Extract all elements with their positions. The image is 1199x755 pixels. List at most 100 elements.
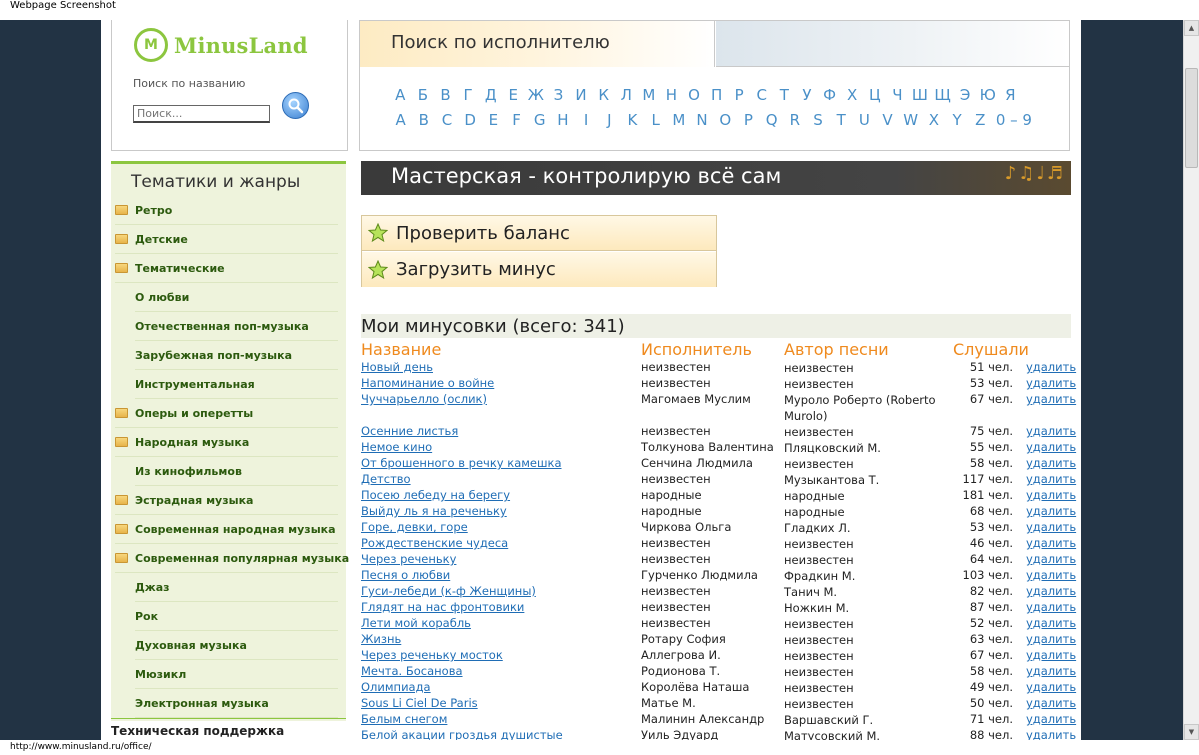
delete-link[interactable]: удалить [1026, 488, 1076, 502]
sidebar-item-label[interactable]: Рок [135, 610, 158, 623]
letter-link[interactable]: H [551, 111, 574, 129]
sidebar-item[interactable]: Из кинофильмов [135, 457, 338, 486]
track-name-link[interactable]: Выйду ль я на реченьку [361, 504, 631, 518]
sidebar-item[interactable]: Мюзикл [135, 660, 338, 689]
letter-link[interactable]: Q [760, 111, 783, 129]
track-name-link[interactable]: Белым снегом [361, 712, 631, 726]
sidebar-item[interactable]: Тематические [115, 254, 338, 283]
letter-link[interactable]: P [737, 111, 760, 129]
letter-link[interactable]: Ш [909, 86, 932, 104]
delete-link[interactable]: удалить [1026, 424, 1076, 438]
letter-link[interactable]: Б [412, 86, 435, 104]
letter-link[interactable]: J [598, 111, 621, 129]
letter-link[interactable]: Г [457, 86, 480, 104]
sidebar-item-label[interactable]: Электронная музыка [135, 697, 269, 710]
letter-link[interactable]: N [690, 111, 713, 129]
letter-link[interactable]: T [830, 111, 853, 129]
delete-link[interactable]: удалить [1026, 440, 1076, 454]
sidebar-item-label[interactable]: Духовная музыка [135, 639, 247, 652]
letter-link[interactable]: Е [502, 86, 525, 104]
sidebar-item-label[interactable]: Современная народная музыка [135, 523, 336, 536]
track-name-link[interactable]: Белой акации гроздья душистые [361, 728, 631, 740]
letter-link[interactable]: C [435, 111, 458, 129]
letter-link[interactable]: Ч [886, 86, 909, 104]
vertical-scrollbar[interactable]: ▲ ▼ [1183, 20, 1199, 740]
delete-link[interactable]: удалить [1026, 536, 1076, 550]
delete-link[interactable]: удалить [1026, 360, 1076, 374]
track-name-link[interactable]: Глядят на нас фронтовики [361, 600, 631, 614]
letter-link[interactable]: S [806, 111, 829, 129]
sidebar-item[interactable]: Эстрадная музыка [115, 486, 338, 515]
track-name-link[interactable]: Через реченьку мосток [361, 648, 631, 662]
track-name-link[interactable]: Осенние листья [361, 424, 631, 438]
track-name-link[interactable]: Лети мой корабль [361, 616, 631, 630]
letter-link[interactable]: F [505, 111, 528, 129]
sidebar-item-label[interactable]: Отечественная поп-музыка [135, 320, 309, 333]
delete-link[interactable]: удалить [1026, 376, 1076, 390]
delete-link[interactable]: удалить [1026, 664, 1076, 678]
letter-link[interactable]: У [796, 86, 819, 104]
delete-link[interactable]: удалить [1026, 504, 1076, 518]
letter-link[interactable]: Ц [863, 86, 886, 104]
letter-link[interactable]: Я [999, 86, 1022, 104]
support-link[interactable]: Техническая поддержка [111, 724, 284, 738]
letter-link[interactable]: Ф [818, 86, 841, 104]
sidebar-item-label[interactable]: Современная популярная музыка [135, 552, 349, 565]
delete-link[interactable]: удалить [1026, 728, 1076, 740]
track-name-link[interactable]: Немое кино [361, 440, 631, 454]
sidebar-item-label[interactable]: Инструментальная [135, 378, 255, 391]
delete-link[interactable]: удалить [1026, 696, 1076, 710]
letter-link[interactable]: В [434, 86, 457, 104]
search-input[interactable] [133, 105, 270, 123]
letter-link[interactable]: R [783, 111, 806, 129]
sidebar-item-label[interactable]: Детские [135, 233, 188, 246]
sidebar-item-label[interactable]: Джаз [135, 581, 170, 594]
sidebar-item-label[interactable]: Зарубежная поп-музыка [135, 349, 292, 362]
artist-search-tab[interactable]: Поиск по исполнителю [360, 21, 715, 67]
letter-link[interactable]: С [751, 86, 774, 104]
sidebar-item[interactable]: Современная народная музыка [115, 515, 338, 544]
track-name-link[interactable]: Sous Li Ciel De Paris [361, 696, 631, 710]
sidebar-item[interactable]: Отечественная поп-музыка [135, 312, 338, 341]
delete-link[interactable]: удалить [1026, 568, 1076, 582]
track-name-link[interactable]: Напоминание о войне [361, 376, 631, 390]
letter-link[interactable]: Н [660, 86, 683, 104]
check-balance-button[interactable]: Проверить баланс [362, 216, 716, 251]
letter-link[interactable]: Z [969, 111, 992, 129]
letter-link[interactable]: 0 – 9 [992, 111, 1036, 129]
track-name-link[interactable]: Рождественские чудеса [361, 536, 631, 550]
letter-link[interactable]: E [482, 111, 505, 129]
letter-link[interactable]: Х [841, 86, 864, 104]
sidebar-item[interactable]: Зарубежная поп-музыка [135, 341, 338, 370]
letter-link[interactable]: D [459, 111, 482, 129]
letter-link[interactable]: A [389, 111, 412, 129]
sidebar-item[interactable]: Рок [135, 602, 338, 631]
track-name-link[interactable]: Мечта. Босанова [361, 664, 631, 678]
delete-link[interactable]: удалить [1026, 600, 1076, 614]
track-name-link[interactable]: Чуччарьелло (ослик) [361, 392, 631, 406]
letter-link[interactable]: П [705, 86, 728, 104]
letter-link[interactable]: К [592, 86, 615, 104]
letter-link[interactable]: И [570, 86, 593, 104]
sidebar-item-label[interactable]: Оперы и оперетты [135, 407, 253, 420]
letter-link[interactable]: V [876, 111, 899, 129]
track-name-link[interactable]: Посею лебеду на берегу [361, 488, 631, 502]
sidebar-item[interactable]: Детские [115, 225, 338, 254]
sidebar-item[interactable]: Духовная музыка [135, 631, 338, 660]
sidebar-item[interactable]: О любви [135, 283, 338, 312]
delete-link[interactable]: удалить [1026, 680, 1076, 694]
sidebar-item-label[interactable]: Из кинофильмов [135, 465, 242, 478]
delete-link[interactable]: удалить [1026, 648, 1076, 662]
delete-link[interactable]: удалить [1026, 392, 1076, 406]
delete-link[interactable]: удалить [1026, 712, 1076, 726]
letter-link[interactable]: W [899, 111, 922, 129]
sidebar-item[interactable]: Инструментальная [135, 370, 338, 399]
column-author-header[interactable]: Автор песни [784, 340, 889, 359]
track-name-link[interactable]: Гуси-лебеди (к-ф Женщины) [361, 584, 631, 598]
letter-link[interactable]: Y [946, 111, 969, 129]
letter-link[interactable]: Щ [931, 86, 954, 104]
sidebar-item[interactable]: Оперы и оперетты [115, 399, 338, 428]
sidebar-item-label[interactable]: О любви [135, 291, 189, 304]
sidebar-item-label[interactable]: Тематические [135, 262, 225, 275]
sidebar-item[interactable]: Народная музыка [115, 428, 338, 457]
